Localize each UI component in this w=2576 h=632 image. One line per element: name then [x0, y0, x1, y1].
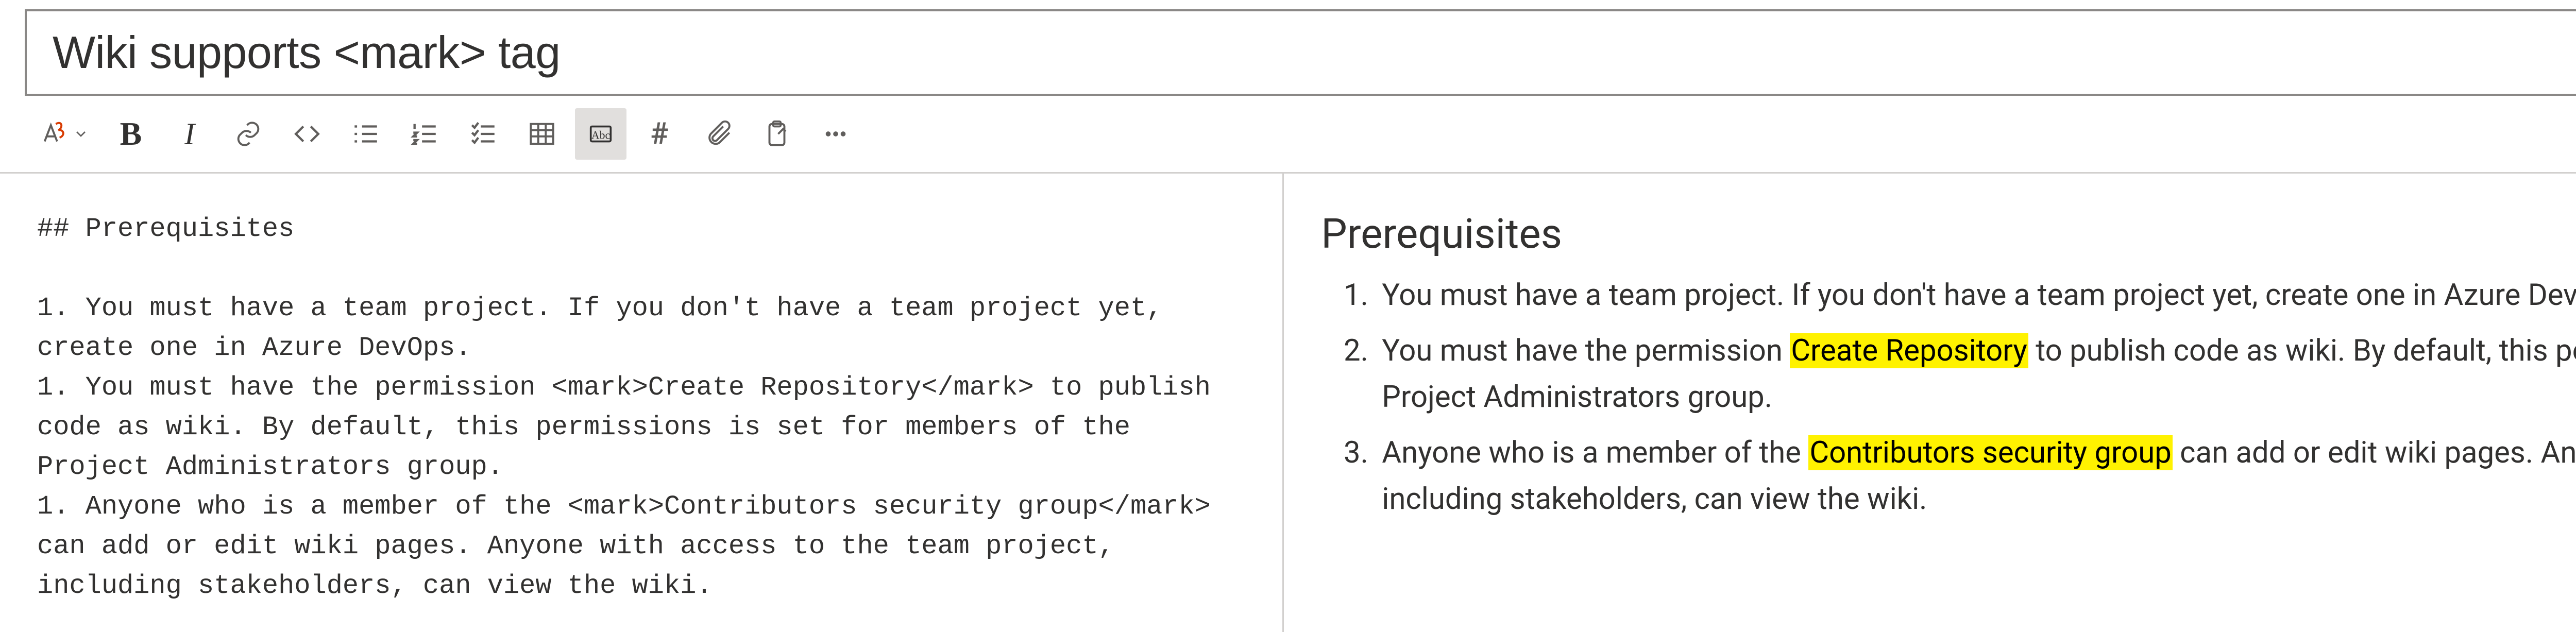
highlight-text: Create Repository [1790, 333, 2028, 368]
editor-panes: ## Prerequisites 1. You must have a team… [0, 172, 2576, 632]
bold-icon: B [120, 115, 142, 153]
highlight-text: Contributors security group [1808, 435, 2172, 470]
checklist-icon [468, 119, 498, 149]
preview-list: You must have a team project. If you don… [1321, 272, 2576, 522]
link-icon [233, 119, 263, 149]
bold-button[interactable]: B [105, 108, 157, 160]
title-bar: Close Save [0, 0, 2576, 105]
link-button[interactable] [223, 108, 274, 160]
paste-button[interactable] [751, 108, 803, 160]
list-item: You must have a team project. If you don… [1376, 272, 2576, 319]
list-item-text: You must have a team project. If you don… [1382, 278, 2576, 313]
more-button[interactable] [810, 108, 861, 160]
clipboard-icon [762, 119, 792, 149]
list-item: Anyone who is a member of the Contributo… [1376, 430, 2576, 523]
highlight-button[interactable]: Abc [575, 108, 626, 160]
highlight-icon: Abc [586, 119, 616, 149]
code-button[interactable] [281, 108, 333, 160]
numbered-list-button[interactable] [399, 108, 450, 160]
bulleted-list-icon [351, 119, 381, 149]
preview-pane: Prerequisites You must have a team proje… [1284, 174, 2576, 632]
svg-text:Abc: Abc [591, 129, 610, 142]
font-style-icon [40, 119, 70, 149]
heading-button[interactable]: # [634, 108, 685, 160]
text-style-dropdown[interactable] [31, 108, 98, 160]
list-item-text: Anyone who is a member of the [1382, 435, 1808, 470]
list-item-text: You must have the permission [1382, 333, 1790, 368]
italic-button[interactable]: I [164, 108, 215, 160]
hash-icon: # [651, 116, 669, 151]
attach-button[interactable] [692, 108, 744, 160]
markdown-source-editor[interactable]: ## Prerequisites 1. You must have a team… [0, 174, 1284, 632]
numbered-list-icon [410, 119, 439, 149]
formatting-toolbar: B I [0, 105, 2576, 172]
page-title-input[interactable] [52, 26, 2576, 79]
more-icon [821, 119, 851, 149]
chevron-down-icon [73, 126, 89, 142]
paperclip-icon [703, 119, 733, 149]
table-icon [527, 119, 557, 149]
code-icon [292, 119, 322, 149]
table-button[interactable] [516, 108, 568, 160]
bulleted-list-button[interactable] [340, 108, 392, 160]
preview-heading: Prerequisites [1321, 210, 2576, 258]
list-item: You must have the permission Create Repo… [1376, 328, 2576, 421]
page-title-field-wrap [25, 9, 2576, 96]
italic-icon: I [184, 116, 195, 152]
checklist-button[interactable] [457, 108, 509, 160]
